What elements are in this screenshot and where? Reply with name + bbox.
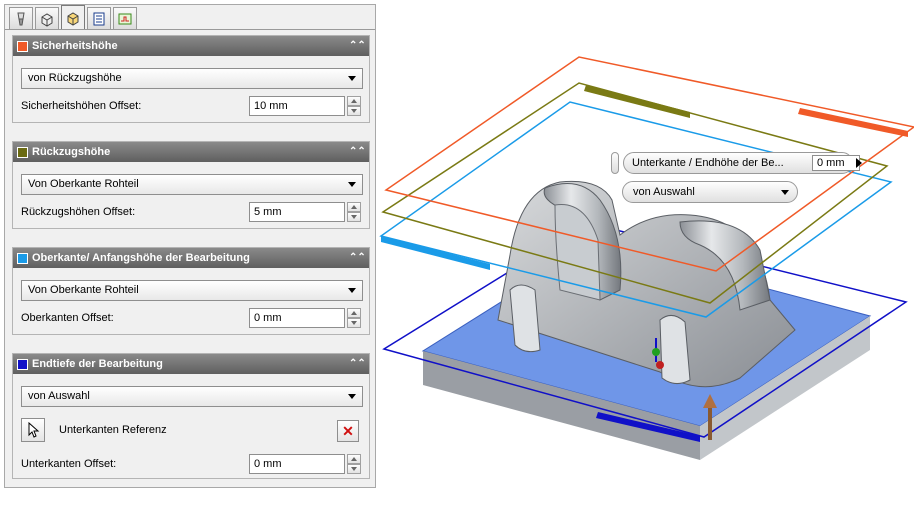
dropdown-arrow-icon — [348, 288, 356, 293]
top-height-group: Oberkante/ Anfangshöhe der Bearbeitung ⌃… — [12, 247, 370, 335]
bottom-offset-stepper[interactable]: 0 mm — [249, 454, 361, 474]
collapse-chevron-icon[interactable]: ⌃⌃ — [349, 145, 366, 159]
retract-from-value: Von Oberkante Rohteil — [28, 178, 139, 190]
spin-up-icon[interactable] — [347, 202, 361, 212]
bottom-offset-label: Unterkanten Offset: — [21, 458, 117, 470]
top-height-header[interactable]: Oberkante/ Anfangshöhe der Bearbeitung ⌃… — [13, 248, 369, 268]
linking-icon — [118, 13, 132, 24]
mini-toolbar-grip[interactable] — [611, 152, 619, 174]
tab-stock[interactable] — [35, 7, 59, 29]
mini-toolbar-label: Unterkante / Endhöhe der Be... — [632, 157, 784, 169]
spin-down-icon[interactable] — [347, 318, 361, 328]
retract-height-header[interactable]: Rückzugshöhe ⌃⌃ — [13, 142, 369, 162]
retract-height-title: Rückzugshöhe — [32, 146, 111, 158]
top-color-swatch — [17, 252, 28, 264]
mini-toolbar-field: Unterkante / Endhöhe der Be... 0 mm — [623, 152, 860, 174]
top-plane-tag — [381, 236, 490, 270]
clearance-offset-label: Sicherheitshöhen Offset: — [21, 100, 142, 112]
retract-offset-stepper[interactable]: 5 mm — [249, 202, 361, 222]
clearance-from-select[interactable]: von Rückzugshöhe — [21, 68, 363, 89]
clearance-offset-input[interactable]: 10 mm — [249, 96, 345, 116]
retract-color-swatch — [17, 146, 28, 158]
spin-up-icon[interactable] — [347, 454, 361, 464]
mini-toolbar-combo[interactable]: von Auswahl — [622, 181, 798, 203]
tab-tool[interactable] — [9, 7, 33, 29]
retract-offset-label: Rückzugshöhen Offset: — [21, 206, 136, 218]
graphics-viewport[interactable] — [378, 0, 914, 512]
heights-box-icon — [67, 11, 79, 26]
collapse-chevron-icon[interactable]: ⌃⌃ — [349, 39, 366, 53]
cad-model-scene[interactable] — [378, 0, 914, 512]
reference-select-button[interactable] — [21, 418, 45, 442]
retract-from-select[interactable]: Von Oberkante Rohteil — [21, 174, 363, 195]
clear-reference-button[interactable]: ✕ — [337, 420, 359, 442]
clearance-height-header[interactable]: Sicherheitshöhe ⌃⌃ — [13, 36, 369, 56]
clearance-height-group: Sicherheitshöhe ⌃⌃ von Rückzugshöhe Sich… — [12, 35, 370, 123]
top-from-value: Von Oberkante Rohteil — [28, 284, 139, 296]
tab-passes[interactable] — [87, 7, 111, 29]
bottom-offset-input[interactable]: 0 mm — [249, 454, 345, 474]
tab-divider — [5, 29, 375, 30]
bottom-height-header[interactable]: Endtiefe der Bearbeitung ⌃⌃ — [13, 354, 369, 374]
tab-strip — [9, 5, 139, 29]
collapse-chevron-icon[interactable]: ⌃⌃ — [349, 357, 366, 371]
spin-down-icon[interactable] — [347, 464, 361, 474]
top-offset-label: Oberkanten Offset: — [21, 312, 114, 324]
retract-plane-tag — [584, 85, 690, 118]
heights-property-panel: Sicherheitshöhe ⌃⌃ von Rückzugshöhe Sich… — [4, 4, 376, 488]
bottom-from-select[interactable]: von Auswahl — [21, 386, 363, 407]
retract-offset-input[interactable]: 5 mm — [249, 202, 345, 222]
bottom-from-value: von Auswahl — [28, 390, 90, 402]
spin-down-icon[interactable] — [347, 212, 361, 222]
retract-height-group: Rückzugshöhe ⌃⌃ Von Oberkante Rohteil Rü… — [12, 141, 370, 229]
tab-heights[interactable] — [61, 5, 85, 29]
clearance-from-value: von Rückzugshöhe — [28, 72, 122, 84]
dropdown-arrow-icon — [348, 182, 356, 187]
tab-linking[interactable] — [113, 7, 137, 29]
stock-box-icon — [41, 12, 53, 27]
clearance-height-title: Sicherheitshöhe — [32, 40, 118, 52]
spin-down-icon[interactable] — [347, 106, 361, 116]
bottom-height-title: Endtiefe der Bearbeitung — [32, 358, 163, 370]
dropdown-arrow-icon — [348, 76, 356, 81]
top-from-select[interactable]: Von Oberkante Rohteil — [21, 280, 363, 301]
top-offset-stepper[interactable]: 0 mm — [249, 308, 361, 328]
bottom-color-swatch — [17, 358, 28, 370]
spin-up-icon[interactable] — [347, 308, 361, 318]
reference-label: Unterkanten Referenz — [59, 424, 167, 436]
cursor-arrow-icon — [28, 422, 40, 438]
clearance-offset-stepper[interactable]: 10 mm — [249, 96, 361, 116]
dropdown-arrow-icon — [781, 190, 789, 195]
top-offset-input[interactable]: 0 mm — [249, 308, 345, 328]
mini-toolbar-combo-value: von Auswahl — [633, 186, 695, 198]
clearance-color-swatch — [17, 40, 28, 52]
collapse-chevron-icon[interactable]: ⌃⌃ — [349, 251, 366, 265]
top-height-title: Oberkante/ Anfangshöhe der Bearbeitung — [32, 252, 250, 264]
spin-up-icon[interactable] — [347, 96, 361, 106]
dropdown-arrow-icon — [348, 394, 356, 399]
play-arrow-icon[interactable] — [853, 154, 865, 172]
bottom-height-group: Endtiefe der Bearbeitung ⌃⌃ von Auswahl … — [12, 353, 370, 479]
mini-toolbar: Unterkante / Endhöhe der Be... 0 mm — [611, 152, 863, 174]
tool-icon — [17, 12, 25, 25]
passes-icon — [93, 12, 105, 25]
close-x-icon: ✕ — [342, 423, 354, 439]
